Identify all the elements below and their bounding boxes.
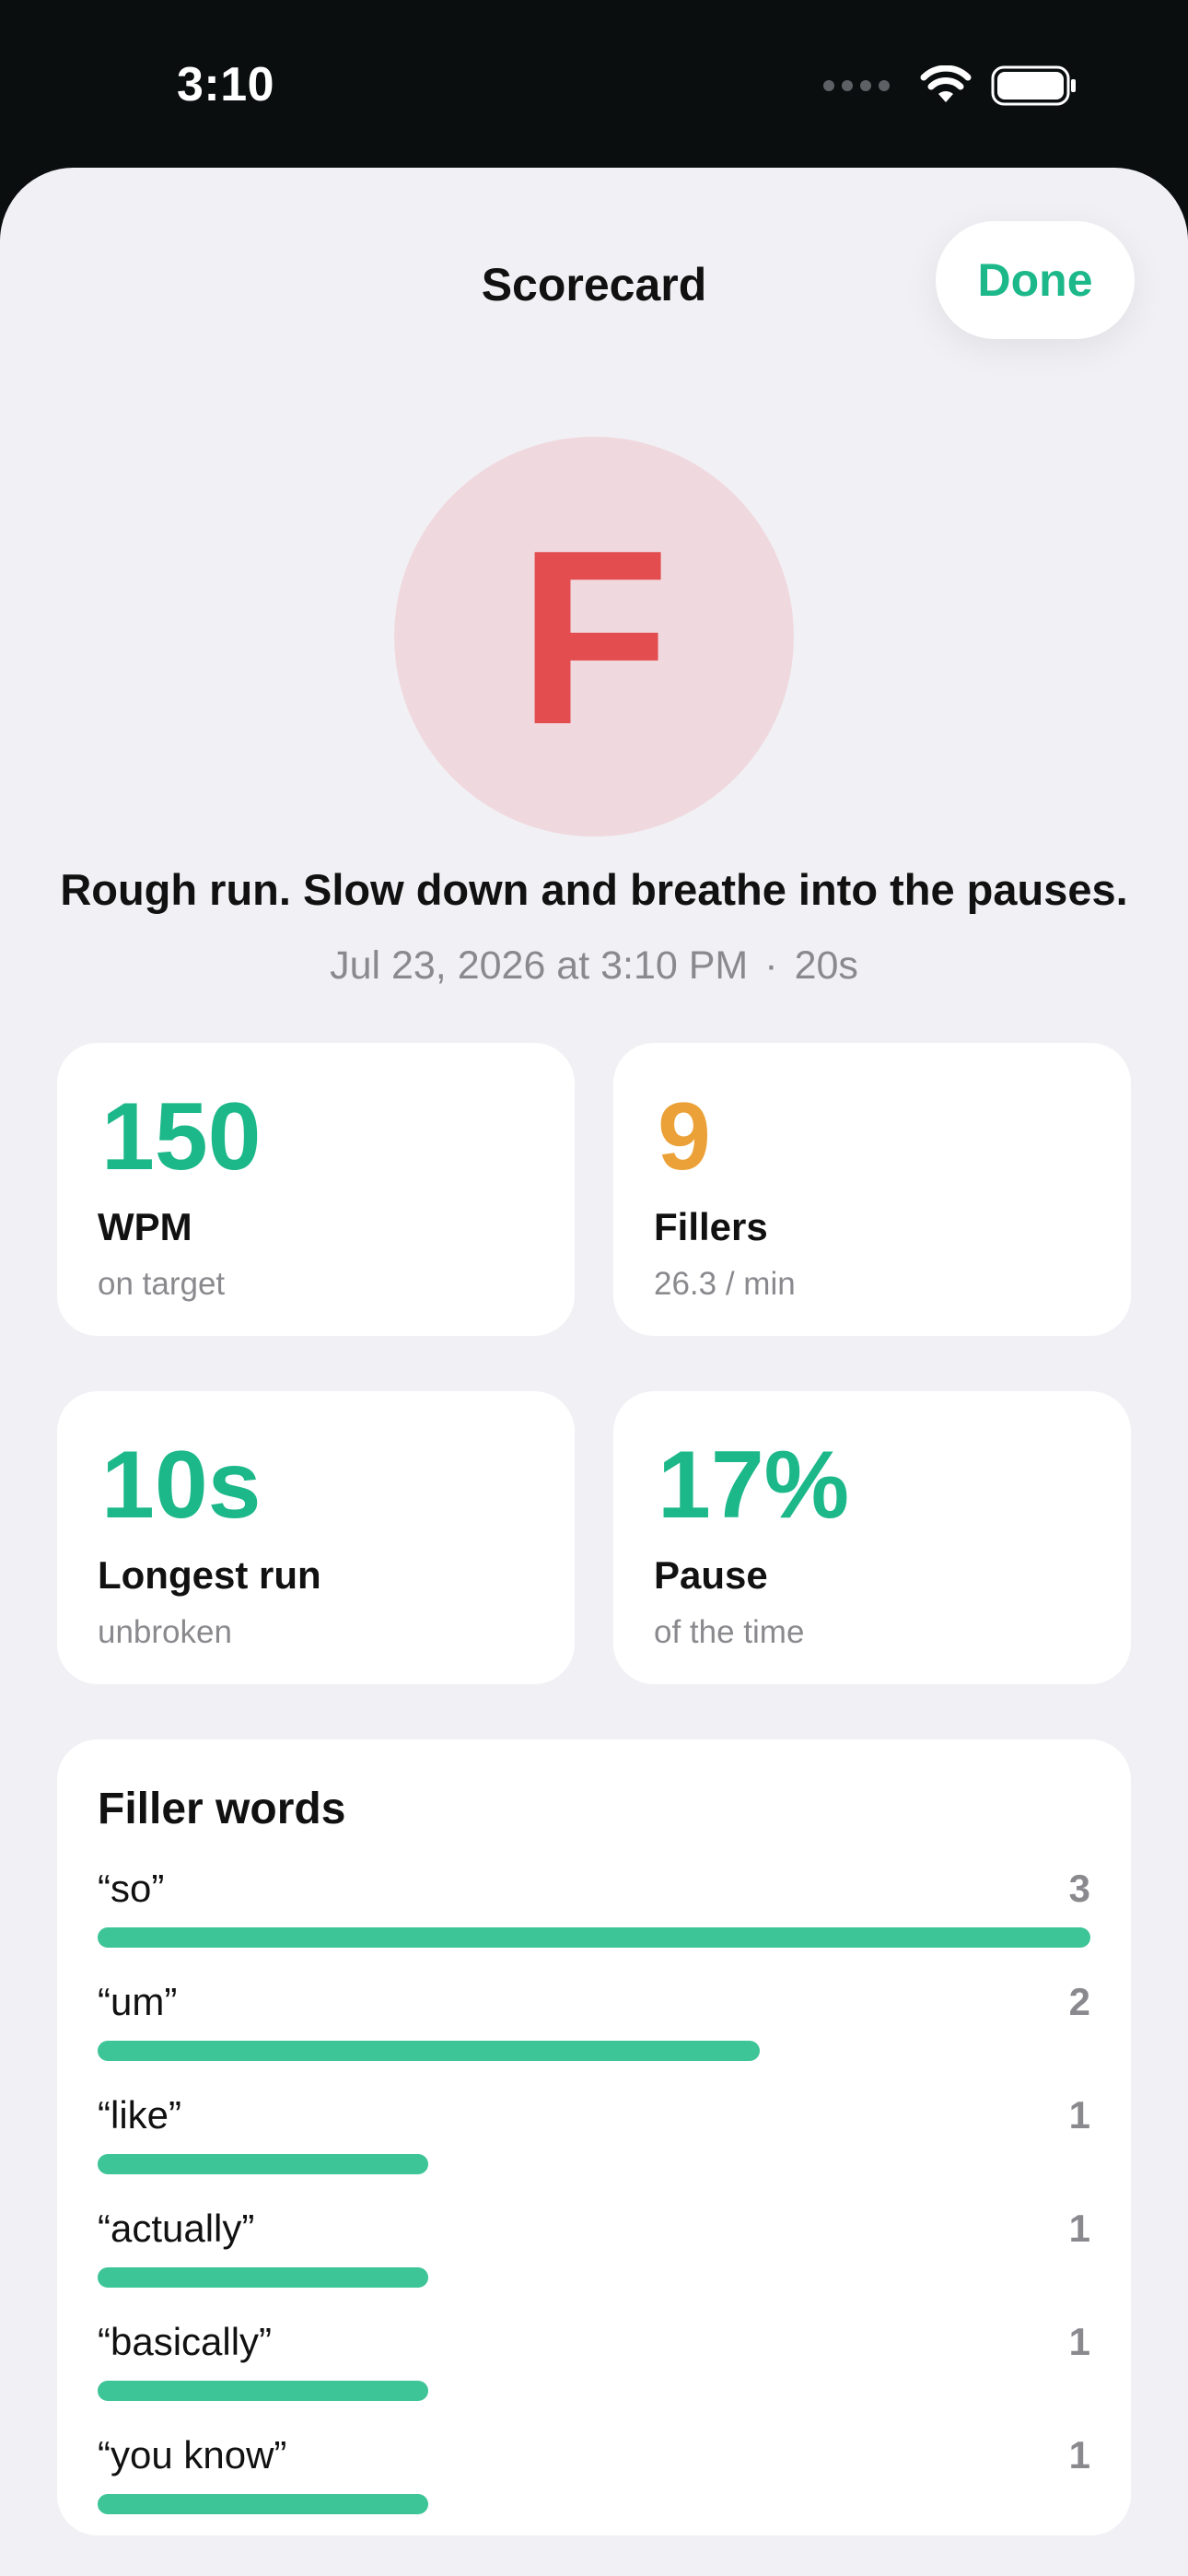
filler-row: “like” 1 <box>98 2093 1090 2185</box>
filler-word: “um” <box>98 1980 178 2023</box>
filler-bar <box>98 2041 761 2061</box>
stat-value: 150 <box>101 1083 262 1190</box>
filler-bar <box>98 2494 428 2514</box>
filler-word: “actually” <box>98 2207 255 2250</box>
stat-card-longest-run: 10s Longest run unbroken <box>57 1391 575 1684</box>
filler-bar <box>98 2267 428 2288</box>
filler-word: “so” <box>98 1867 165 1910</box>
stat-card-wpm: 150 WPM on target <box>57 1043 575 1336</box>
status-time: 3:10 <box>177 58 275 111</box>
stat-caption: of the time <box>654 1614 805 1650</box>
filler-bar-track <box>98 2267 1090 2288</box>
stat-card-fillers: 9 Fillers 26.3 / min <box>613 1043 1131 1336</box>
filler-row: “basically” 1 <box>98 2320 1090 2412</box>
summary-headline: Rough run. Slow down and breathe into th… <box>60 865 1128 914</box>
filler-count: 1 <box>1068 2093 1090 2137</box>
battery-icon <box>991 65 1076 106</box>
status-icons <box>823 64 1077 107</box>
session-meta: Jul 23, 2026 at 3:10 PM · 20s <box>0 943 1188 989</box>
filler-bar <box>98 2381 428 2401</box>
filler-bar-track <box>98 2154 1090 2174</box>
filler-count: 1 <box>1068 2207 1090 2250</box>
stat-caption: unbroken <box>98 1614 232 1650</box>
filler-row: “so” 3 <box>98 1867 1090 1959</box>
filler-count: 3 <box>1068 1867 1090 1910</box>
stat-label: Fillers <box>654 1205 768 1248</box>
filler-word: “basically” <box>98 2320 273 2363</box>
stat-value: 9 <box>658 1083 711 1190</box>
filler-row: “you know” 1 <box>98 2433 1090 2525</box>
filler-row: “um” 2 <box>98 1980 1090 2072</box>
done-button[interactable]: Done <box>936 221 1135 339</box>
filler-bar-track <box>98 2381 1090 2401</box>
filler-count: 1 <box>1068 2433 1090 2476</box>
stat-label: Pause <box>654 1553 768 1597</box>
stat-value: 17% <box>658 1432 850 1539</box>
stat-label: Longest run <box>98 1553 321 1597</box>
scorecard-sheet: Scorecard Done F Rough run. Slow down an… <box>0 168 1188 2576</box>
status-bar: 3:10 <box>0 0 1188 168</box>
grade-letter: F <box>518 499 670 777</box>
filler-bar <box>98 2154 428 2174</box>
filler-row: “actually” 1 <box>98 2207 1090 2299</box>
filler-bar-track <box>98 2494 1090 2514</box>
session-date: Jul 23, 2026 at 3:10 PM <box>330 943 749 988</box>
filler-bar <box>98 1927 1090 1948</box>
wifi-icon <box>920 65 972 102</box>
filler-word: “you know” <box>98 2433 287 2476</box>
filler-bar-track <box>98 1927 1090 1948</box>
filler-words-card: Filler words “so” 3 “um” 2 “like” 1 “act… <box>57 1739 1131 2535</box>
meta-separator: · <box>764 943 778 988</box>
stat-label: WPM <box>98 1205 192 1248</box>
stat-value: 10s <box>101 1432 262 1539</box>
cellular-signal-icon <box>823 80 890 91</box>
filler-word: “like” <box>98 2093 181 2137</box>
filler-count: 2 <box>1068 1980 1090 2023</box>
grade-badge: F <box>394 437 794 837</box>
session-duration: 20s <box>794 943 858 988</box>
stat-caption: on target <box>98 1266 226 1302</box>
filler-count: 1 <box>1068 2320 1090 2363</box>
stat-card-pause: 17% Pause of the time <box>613 1391 1131 1684</box>
stat-caption: 26.3 / min <box>654 1266 796 1302</box>
filler-bar-track <box>98 2041 1090 2061</box>
filler-words-title: Filler words <box>98 1785 346 1833</box>
